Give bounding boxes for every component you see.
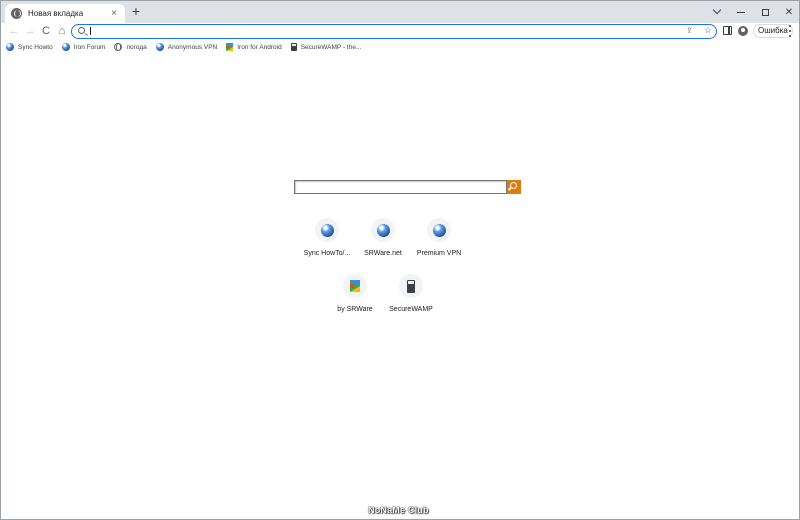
- reload-button[interactable]: C: [39, 24, 53, 38]
- bookmark-star-icon[interactable]: ☆: [704, 25, 712, 36]
- watermark: NoNaMe Club: [368, 505, 429, 515]
- kebab-menu-icon[interactable]: [788, 25, 792, 37]
- address-input[interactable]: [90, 26, 680, 36]
- close-window-button[interactable]: ✕: [777, 1, 799, 23]
- shortcut-icon-circle: [315, 218, 339, 242]
- text-caret: [90, 27, 91, 35]
- tab-close-icon[interactable]: ×: [109, 8, 119, 19]
- globe-icon: [11, 8, 22, 19]
- bookmark-securewamp[interactable]: SecureWAMP - the...: [290, 41, 362, 53]
- shortcut-label: by SRWare: [337, 306, 373, 313]
- shortcut-label: Sync HowTo/...: [303, 250, 351, 257]
- search-icon: [510, 182, 517, 189]
- close-icon: ✕: [784, 6, 794, 18]
- bookmark-label: Sync Howto: [18, 43, 53, 51]
- minimize-button[interactable]: [729, 1, 753, 23]
- shortcut-securewamp[interactable]: SecureWAMP: [375, 274, 447, 320]
- srware-globe-icon: [61, 43, 70, 51]
- shortcut-icon-circle: [427, 218, 451, 242]
- forward-button[interactable]: →: [23, 24, 37, 38]
- securewamp-icon: [290, 43, 297, 51]
- bookmark-label: SecureWAMP - the...: [300, 43, 362, 51]
- srware-globe-icon: [6, 43, 14, 51]
- play-store-icon: [350, 280, 360, 292]
- search-input[interactable]: [294, 180, 507, 194]
- bookmark-sync-howto[interactable]: Sync Howto: [6, 41, 53, 53]
- search-form: [294, 180, 521, 194]
- new-tab-button[interactable]: +: [129, 4, 143, 19]
- bookmark-label: Iron for Android: [237, 43, 282, 51]
- home-button[interactable]: ⌂: [55, 24, 69, 38]
- browser-window: Новая вкладка × + ✕ ← → C ⌂ ⇪ ☆ Ошибка S…: [0, 0, 800, 520]
- securewamp-icon: [407, 279, 415, 293]
- bookmarks-bar: Sync Howto Iron Forum погода Anonymous V…: [1, 40, 799, 54]
- bookmark-label: Iron Forum: [73, 43, 106, 51]
- shortcut-label: SecureWAMP: [389, 306, 433, 313]
- bookmark-label: Anonymous VPN: [167, 43, 218, 51]
- address-bar[interactable]: ⇪ ☆: [71, 24, 717, 39]
- srware-globe-icon: [432, 223, 446, 237]
- maximize-button[interactable]: [753, 1, 777, 23]
- error-chip-button[interactable]: Ошибка: [753, 24, 793, 38]
- shortcut-icon-circle: [399, 274, 423, 298]
- tab-search-button[interactable]: [705, 1, 729, 23]
- shortcut-premium-vpn[interactable]: Premium VPN: [403, 218, 475, 264]
- tab-strip: Новая вкладка × + ✕: [1, 1, 799, 23]
- minimize-icon: [737, 11, 745, 13]
- bookmark-pogoda[interactable]: погода: [114, 41, 147, 53]
- maximize-icon: [761, 8, 769, 16]
- srware-globe-icon: [376, 223, 390, 237]
- bookmark-anonymous-vpn[interactable]: Anonymous VPN: [155, 41, 218, 53]
- play-store-icon: [226, 43, 234, 51]
- new-tab-page: Sync HowTo/... SRWare.net Premium VPN by…: [1, 55, 799, 519]
- shortcut-icon-circle: [371, 218, 395, 242]
- share-icon[interactable]: ⇪: [686, 26, 693, 35]
- bookmark-label: погода: [126, 43, 147, 51]
- tab-title: Новая вкладка: [28, 9, 84, 18]
- search-icon: [78, 27, 85, 34]
- srware-globe-icon: [155, 43, 164, 51]
- srware-globe-icon: [320, 223, 334, 237]
- side-panel-icon[interactable]: [723, 26, 732, 35]
- search-button[interactable]: [507, 180, 521, 194]
- toolbar: ← → C ⌂ ⇪ ☆ Ошибка: [1, 23, 799, 40]
- bookmark-iron-forum[interactable]: Iron Forum: [61, 41, 106, 53]
- chevron-down-icon: [712, 5, 722, 15]
- tab-new-tab[interactable]: Новая вкладка ×: [5, 4, 125, 23]
- shortcut-label: SRWare.net: [364, 250, 402, 257]
- globe-icon: [114, 43, 123, 51]
- bookmark-iron-for-android[interactable]: Iron for Android: [226, 41, 282, 53]
- shortcut-icon-circle: [343, 274, 367, 298]
- back-button[interactable]: ←: [7, 24, 21, 38]
- shortcut-label: Premium VPN: [416, 250, 462, 257]
- profile-avatar-icon[interactable]: [738, 26, 748, 36]
